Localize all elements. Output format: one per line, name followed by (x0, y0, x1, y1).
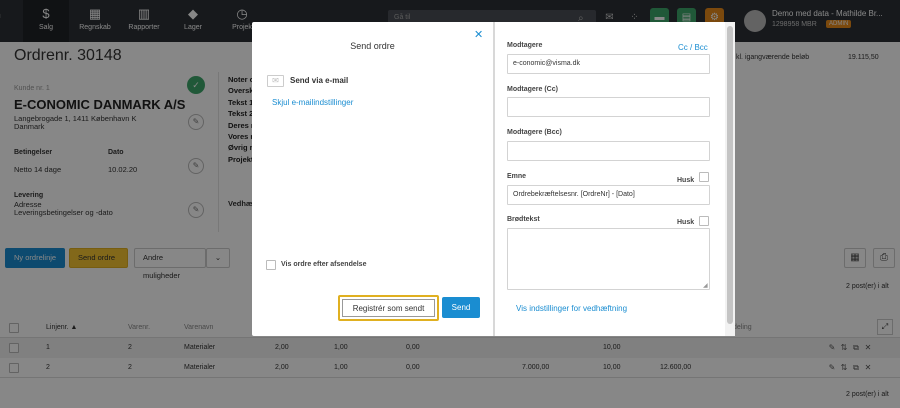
scrollbar[interactable] (725, 22, 735, 336)
attachment-settings-link[interactable]: Vis indstillinger for vedhæftning (516, 304, 627, 313)
show-after-send-label: Vis ordre efter afsendelse (281, 261, 367, 268)
body-remember-label: Husk (677, 219, 695, 226)
register-sent-button[interactable]: Registrér som sendt (342, 299, 435, 317)
modal-title: Send ordre (350, 41, 395, 51)
recipients-label: Modtagere (507, 42, 543, 49)
scrollbar-thumb[interactable] (727, 26, 733, 324)
subject-remember-label: Husk (677, 177, 695, 184)
body-label: Brødtekst (507, 216, 540, 223)
cc-label: Modtagere (Cc) (507, 86, 558, 93)
bcc-label: Modtagere (Bcc) (507, 129, 562, 136)
send-order-modal: Send ordre ✕ ✉ Send via e-mail Skjul e-m… (252, 22, 735, 336)
body-textarea[interactable] (507, 228, 710, 290)
send-email-label: Send via e-mail (290, 76, 349, 85)
subject-field[interactable]: Ordrebekræftelsesnr. [OrdreNr] - [Dato] (507, 185, 710, 205)
resize-handle-icon[interactable]: ◢ (703, 282, 708, 289)
close-icon[interactable]: ✕ (474, 28, 483, 41)
modal-right-panel: Modtagere Cc / Bcc e-conomic@visma.dk Mo… (495, 22, 735, 336)
send-button[interactable]: Send (442, 297, 480, 318)
subject-remember-checkbox[interactable] (699, 172, 709, 182)
cc-bcc-link[interactable]: Cc / Bcc (678, 43, 708, 52)
hide-email-settings-link[interactable]: Skjul e-mailindstillinger (272, 98, 353, 107)
email-toggle-icon[interactable]: ✉ (267, 75, 284, 87)
modal-left-panel: Send ordre ✕ ✉ Send via e-mail Skjul e-m… (252, 22, 493, 336)
body-remember-checkbox[interactable] (699, 216, 709, 226)
bcc-field[interactable] (507, 141, 710, 161)
show-after-send-checkbox[interactable] (266, 260, 276, 270)
register-sent-highlight: Registrér som sendt (338, 295, 439, 321)
cc-field[interactable] (507, 97, 710, 117)
recipients-field[interactable]: e-conomic@visma.dk (507, 54, 710, 74)
subject-label: Emne (507, 173, 527, 180)
